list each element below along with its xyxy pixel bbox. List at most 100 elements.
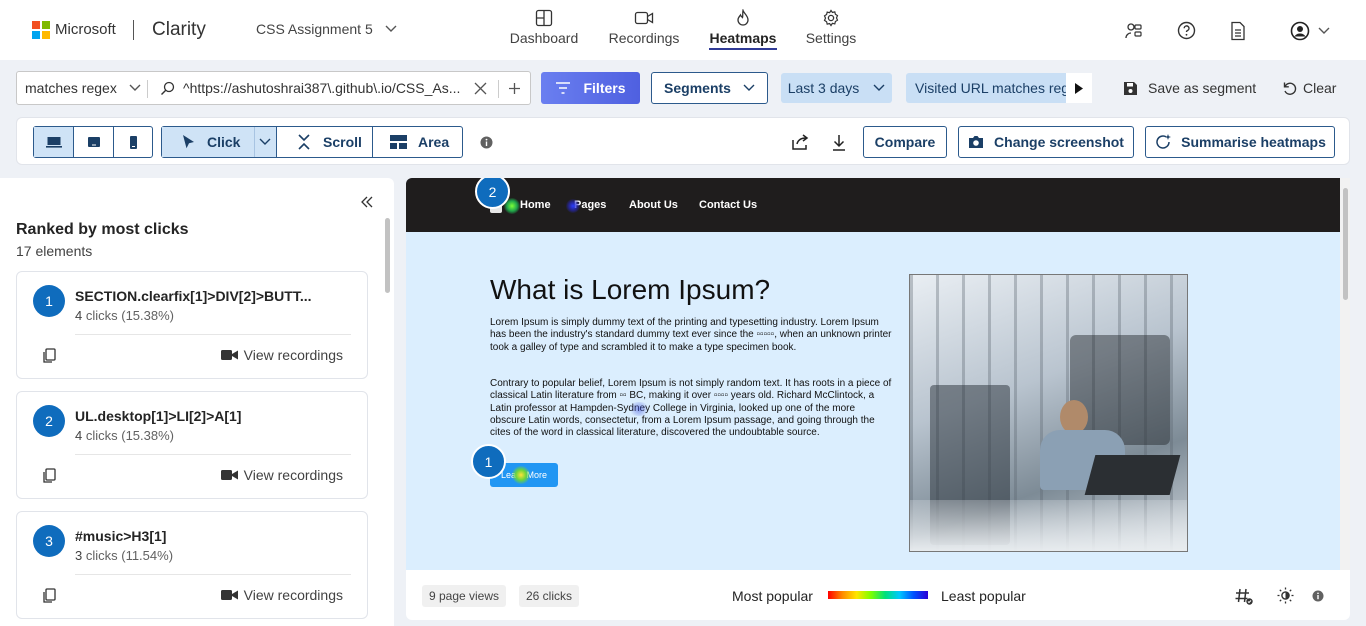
device-tablet-button[interactable] <box>74 127 114 157</box>
brightness-icon[interactable] <box>1277 587 1294 604</box>
change-screenshot-label: Change screenshot <box>994 134 1124 150</box>
nav-recordings[interactable]: Recordings <box>607 9 681 46</box>
copilot-sparkle-icon <box>1156 134 1172 149</box>
element-count: 17 elements <box>16 243 93 259</box>
divider <box>498 80 499 98</box>
change-screenshot-button[interactable]: Change screenshot <box>958 126 1134 158</box>
brand-name: Microsoft <box>55 21 116 38</box>
device-desktop-button[interactable] <box>34 127 74 157</box>
site-nav-contact[interactable]: Contact Us <box>699 199 757 211</box>
chevron-down-icon <box>259 138 271 145</box>
rank-badge: 3 <box>33 525 65 557</box>
project-selector[interactable]: CSS Assignment 5 <box>256 21 397 37</box>
filter-lines-icon <box>556 82 571 94</box>
url-input[interactable]: ^https://ashutoshrai387\.github\.io/CSS_… <box>183 80 466 96</box>
heatmap-type-toggle: Click Scroll Area <box>161 126 463 158</box>
compare-label: Compare <box>874 134 936 150</box>
account-menu[interactable] <box>1290 21 1330 41</box>
scroll-right-button[interactable] <box>1066 73 1092 103</box>
nav-heatmaps[interactable]: Heatmaps <box>708 9 778 50</box>
click-percent: (15.38%) <box>121 308 174 323</box>
microsoft-logo <box>32 21 50 39</box>
filters-button[interactable]: Filters <box>541 72 640 104</box>
heat-spot <box>512 466 530 484</box>
device-mobile-button[interactable] <box>114 127 152 157</box>
filters-label: Filters <box>583 80 626 96</box>
clear-button[interactable]: Clear <box>1282 80 1336 96</box>
clicks-badge: 26 clicks <box>519 585 579 607</box>
scroll-label: Scroll <box>323 134 362 150</box>
filter-chip-visited-url[interactable]: Visited URL matches rege <box>906 73 1066 103</box>
view-recordings-label: View recordings <box>243 587 343 603</box>
viewport-scrollbar[interactable] <box>1340 178 1350 570</box>
scrollbar-thumb[interactable] <box>1342 188 1348 300</box>
click-heatmap-button[interactable]: Click <box>162 127 277 157</box>
info-icon[interactable] <box>1312 590 1324 602</box>
video-camera-icon <box>220 590 238 600</box>
download-icon[interactable] <box>832 134 846 151</box>
view-recordings-link[interactable]: View recordings <box>220 587 343 603</box>
top-bar: Microsoft Clarity CSS Assignment 5 Dashb… <box>0 0 1366 60</box>
copy-icon[interactable] <box>43 348 56 363</box>
video-camera-icon <box>634 11 654 25</box>
rank-badge: 2 <box>33 405 65 437</box>
nav-label: Settings <box>805 30 857 46</box>
app-name[interactable]: Clarity <box>152 19 206 41</box>
active-tab-indicator <box>709 48 777 50</box>
list-item[interactable]: 3 #music>H3[1] 3 clicks (11.54%) View re… <box>16 511 368 619</box>
match-type-select[interactable]: matches regex <box>25 80 141 96</box>
video-camera-icon <box>220 470 238 480</box>
close-icon[interactable] <box>474 82 487 95</box>
click-stats: 4 clicks (15.38%) <box>75 428 174 443</box>
share-icon[interactable] <box>792 134 809 150</box>
site-hero-photo <box>909 274 1188 552</box>
chevron-down-icon <box>1318 27 1330 34</box>
save-as-segment-button[interactable]: Save as segment <box>1123 80 1256 96</box>
help-icon[interactable] <box>1177 21 1196 40</box>
area-heatmap-button[interactable]: Area <box>373 127 462 157</box>
camera-icon <box>969 136 984 148</box>
people-switch-icon[interactable] <box>1124 21 1144 41</box>
device-toggle <box>33 126 153 158</box>
legend-most-popular: Most popular <box>732 588 813 604</box>
dashboard-icon <box>535 9 553 27</box>
site-nav-home[interactable]: Home <box>520 199 551 211</box>
collapse-panel-icon[interactable] <box>361 196 373 208</box>
save-icon <box>1124 81 1137 95</box>
view-recordings-link[interactable]: View recordings <box>220 467 343 483</box>
date-range-button[interactable]: Last 3 days <box>781 73 892 103</box>
plus-icon[interactable] <box>508 82 521 95</box>
view-recordings-link[interactable]: View recordings <box>220 347 343 363</box>
nav-dashboard[interactable]: Dashboard <box>509 9 579 46</box>
document-icon[interactable] <box>1230 21 1246 41</box>
view-recordings-label: View recordings <box>243 347 343 363</box>
hash-toggle-icon[interactable] <box>1235 587 1254 606</box>
click-marker-1[interactable]: 1 <box>471 444 506 479</box>
segments-label: Segments <box>664 80 731 96</box>
list-item[interactable]: 2 UL.desktop[1]>LI[2]>A[1] 4 clicks (15.… <box>16 391 368 499</box>
mobile-icon <box>129 135 137 149</box>
nav-label: Recordings <box>608 30 680 46</box>
photo-person-head <box>1060 400 1088 434</box>
site-nav-about[interactable]: About Us <box>629 199 678 211</box>
chevron-down-icon <box>743 84 755 91</box>
rank-badge: 1 <box>33 285 65 317</box>
desktop-icon <box>45 137 62 148</box>
divider <box>133 20 134 40</box>
element-selector: UL.desktop[1]>LI[2]>A[1] <box>75 408 242 424</box>
copy-icon[interactable] <box>43 468 56 483</box>
compare-button[interactable]: Compare <box>863 126 947 158</box>
scroll-heatmap-button[interactable]: Scroll <box>277 127 373 157</box>
summarise-heatmaps-button[interactable]: Summarise heatmaps <box>1145 126 1335 158</box>
info-icon[interactable] <box>480 136 493 149</box>
avatar-icon <box>1290 21 1310 41</box>
segments-button[interactable]: Segments <box>651 72 768 104</box>
click-unit: clicks <box>82 308 122 323</box>
chevron-down-icon <box>873 84 885 91</box>
copy-icon[interactable] <box>43 588 56 603</box>
list-item[interactable]: 1 SECTION.clearfix[1]>DIV[2]>BUTT... 4 c… <box>16 271 368 379</box>
scrollbar-thumb[interactable] <box>385 218 390 293</box>
nav-settings[interactable]: Settings <box>803 9 859 46</box>
gear-icon <box>823 9 839 27</box>
search-icon <box>161 81 175 95</box>
